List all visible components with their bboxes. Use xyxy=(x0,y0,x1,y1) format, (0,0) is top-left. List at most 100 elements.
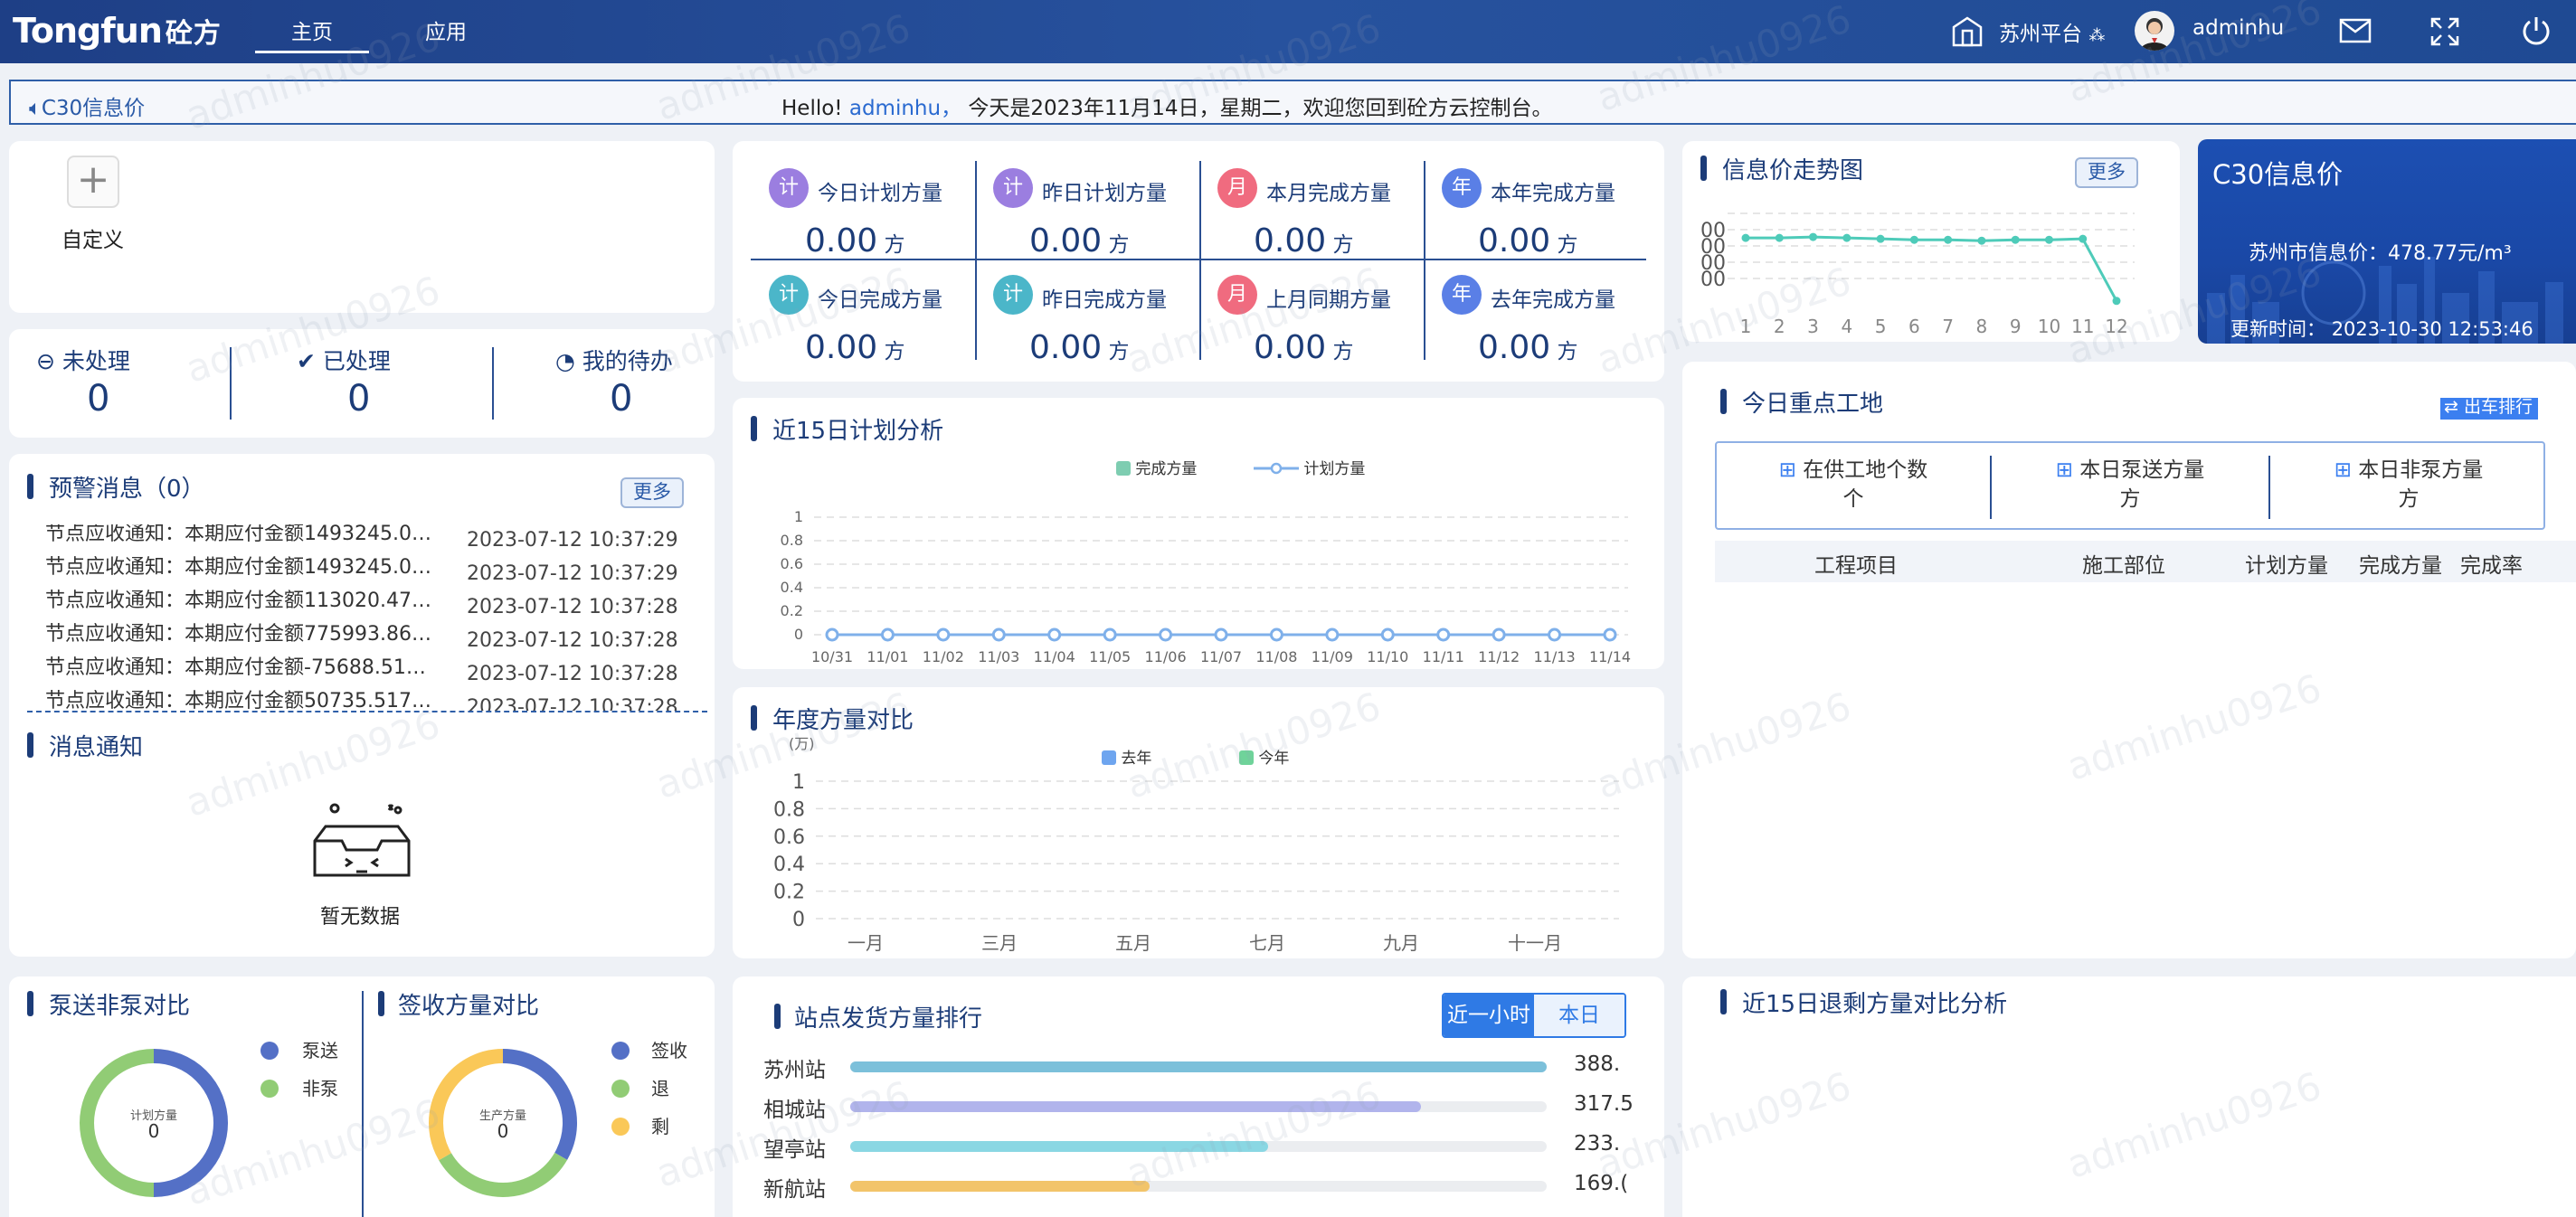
nav-home[interactable]: 主页 xyxy=(255,14,369,53)
table-column-header[interactable]: 完成率 xyxy=(2460,548,2523,579)
stat-label: 昨日完成方量 xyxy=(1042,288,1167,312)
donut-segment xyxy=(153,1049,228,1197)
stat-unit: 方 xyxy=(1326,340,1354,363)
legend-dot xyxy=(611,1042,630,1060)
add-icon[interactable]: + xyxy=(67,156,119,208)
task-processed[interactable]: ✔︎ 已处理 xyxy=(297,344,391,376)
site-tile[interactable]: ⊞ 本日非泵方量方 xyxy=(2270,456,2547,514)
check-circle-icon: ✔︎ xyxy=(297,348,316,374)
title-bar xyxy=(27,474,33,499)
y-tick-label: 0.2 xyxy=(781,602,803,619)
x-tick-label: 11/01 xyxy=(867,648,908,665)
tile-unit: 方 xyxy=(2398,487,2420,511)
station-name: 望亭站 xyxy=(763,1138,826,1162)
list-item[interactable]: 节点应收通知：本期应付金额50735.517… 2023-07-12 10:37:… xyxy=(45,684,696,711)
list-item[interactable]: 节点应收通知：本期应付金额775993.86… 2023-07-12 10:37:… xyxy=(45,618,696,652)
site-tile[interactable]: ⊞ 本日泵送方量方 xyxy=(1992,456,2268,514)
site-tile[interactable]: ⊞ 在供工地个数个 xyxy=(1715,456,1992,514)
plan-point xyxy=(1380,627,1395,642)
legend-dot xyxy=(611,1080,630,1098)
ranking-card: 站点发货方量排行 近一小时 本日 苏州站 388. 相城站 317.5 望亭站 233. 新… xyxy=(733,976,1664,1217)
stat-value: 0.00 方 xyxy=(805,222,904,259)
x-tick-label: 5 xyxy=(1875,316,1887,337)
list-item[interactable]: 节点应收通知：本期应付金额113020.47… 2023-07-12 10:37:… xyxy=(45,584,696,618)
donut-segment xyxy=(80,1049,155,1197)
tile-label: 在供工地个数 xyxy=(1803,458,1928,482)
stat-badge-icon: 月 xyxy=(1217,168,1257,208)
tab-last-hour[interactable]: 近一小时 xyxy=(1444,995,1534,1036)
avatar[interactable] xyxy=(2135,11,2174,51)
stat-unit: 方 xyxy=(877,233,905,257)
stat-badge-icon: 月 xyxy=(1217,275,1257,315)
brand-logo[interactable]: Tongfun 砼方 xyxy=(13,5,222,56)
stats-card: 计今日计划方量 0.00 方计昨日计划方量 0.00 方月本月完成方量 0.00 方年… xyxy=(733,141,1664,382)
legend-label: 退 xyxy=(651,1078,669,1099)
x-tick-label: 11/13 xyxy=(1534,648,1576,665)
platform-switcher[interactable]: 苏州平台 ⁂ xyxy=(1999,16,2105,47)
warning-time: 2023-07-12 10:37:28 xyxy=(467,663,678,685)
y-tick-label: 0.4 xyxy=(773,854,805,876)
username[interactable]: adminhu xyxy=(2192,16,2284,40)
tab-today[interactable]: 本日 xyxy=(1534,995,1624,1036)
warning-time: 2023-07-12 10:37:28 xyxy=(467,596,678,618)
legend-label: 签收 xyxy=(651,1040,687,1061)
fullscreen-icon[interactable] xyxy=(2429,16,2460,51)
plan-point xyxy=(1603,627,1617,642)
x-tick-label: 3 xyxy=(1807,316,1819,337)
list-item[interactable]: 节点应收通知：本期应付金额1493245.0… 2023-07-12 10:37:… xyxy=(45,524,696,552)
empty-box-icon xyxy=(308,799,416,884)
plan15-card: 近15日计划分析 完成方量 计划方量 0 0.2 0.4 0.6 0.8 1 10/31 11… xyxy=(733,398,1664,669)
stat-number: 0.00 xyxy=(1254,329,1327,366)
c30-update-label: 更新时间： xyxy=(2230,318,2325,340)
list-item[interactable]: 节点应收通知：本期应付金额-75688.51… 2023-07-12 10:37:… xyxy=(45,651,696,685)
y-axis-unit: (万) xyxy=(789,735,815,752)
price-point xyxy=(1909,235,1918,244)
table-column-header[interactable]: 完成方量 xyxy=(2359,548,2442,579)
stat-number: 0.00 xyxy=(1478,222,1551,259)
title-bar xyxy=(1720,989,1727,1014)
warning-more-button[interactable]: 更多 xyxy=(620,477,684,508)
stat-label: 今日完成方量 xyxy=(818,288,942,312)
stat-badge-icon: 计 xyxy=(769,275,809,315)
notice-label[interactable]: 🔈︎C30信息价 xyxy=(29,90,145,121)
mail-icon[interactable] xyxy=(2339,18,2372,47)
plan-point xyxy=(1269,627,1283,642)
plan15-chart: 0 0.2 0.4 0.6 0.8 1 10/31 11/01 11/02 11/03 11/04 1… xyxy=(781,508,1632,665)
table-column-header[interactable]: 施工部位 xyxy=(2082,548,2165,579)
speaker-icon: 🔈︎ xyxy=(29,97,42,120)
legend-label: 非泵 xyxy=(302,1078,338,1099)
export-ranking-button[interactable]: ⇄ 出车排行 xyxy=(2440,398,2538,420)
plan-point xyxy=(1548,627,1562,642)
nav-apps[interactable]: 应用 xyxy=(398,14,494,51)
table-column-header[interactable]: 计划方量 xyxy=(2245,548,2328,579)
table-column-header[interactable]: 工程项目 xyxy=(1814,548,1898,579)
task-todo[interactable]: ◔ 我的待办 xyxy=(555,344,673,376)
stat-unit: 方 xyxy=(1102,340,1130,363)
greet-user: adminhu， xyxy=(848,97,962,120)
task-value: 0 xyxy=(610,378,633,420)
task-unprocessed[interactable]: ⊖ 未处理 xyxy=(36,344,130,376)
stat-badge-icon: 计 xyxy=(993,168,1033,208)
donut-segment xyxy=(502,1049,577,1160)
x-tick-label: 11/04 xyxy=(1034,648,1075,665)
warning-text: 节点应收通知：本期应付金额113020.47… xyxy=(45,590,431,612)
progress-fill xyxy=(850,1181,1150,1192)
list-item[interactable]: 节点应收通知：本期应付金额1493245.0… 2023-07-12 10:37:… xyxy=(45,551,696,585)
price-point xyxy=(1876,234,1885,243)
sitemap-icon: ⊞ xyxy=(1778,458,1804,482)
stat-value: 0.00 方 xyxy=(805,329,904,366)
power-icon[interactable] xyxy=(2520,14,2552,51)
plan-point xyxy=(1492,627,1506,642)
x-tick-label: 10 xyxy=(2038,316,2060,337)
custom-label[interactable]: 自定义 xyxy=(62,222,124,253)
x-tick-label: 11/11 xyxy=(1423,648,1464,665)
station-name: 相城站 xyxy=(763,1099,826,1122)
task-counts-card: ⊖ 未处理 0 ✔︎ 已处理 0 ◔ 我的待办 0 xyxy=(9,329,715,438)
building-icon xyxy=(1950,14,1984,54)
x-tick-label: 一月 xyxy=(848,932,884,954)
stat-badge-icon: 计 xyxy=(993,275,1033,315)
warning-text: 节点应收通知：本期应付金额1493245.0… xyxy=(45,556,431,579)
brand-name: Tongfun xyxy=(13,11,163,51)
warning-text: 节点应收通知：本期应付金额1493245.0… xyxy=(45,524,431,545)
c30-update-time: 2023-10-30 12:53:46 xyxy=(2331,318,2533,340)
